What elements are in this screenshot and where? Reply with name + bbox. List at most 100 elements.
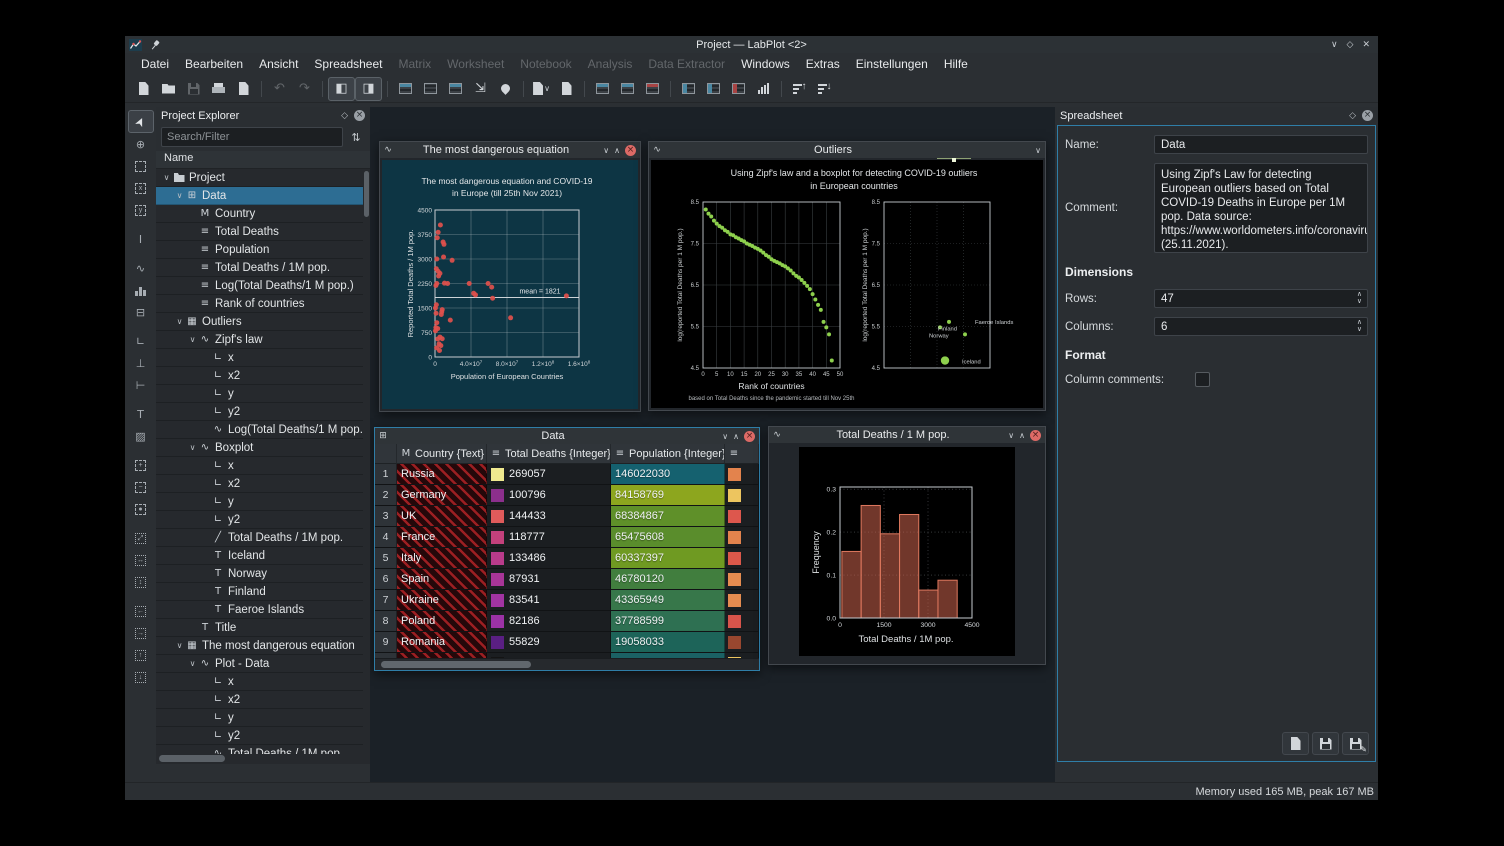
step-down-icon[interactable]: ∨	[1357, 326, 1362, 333]
shift-up-y-button[interactable]: ↑	[129, 645, 153, 666]
tree-item-norway[interactable]: TNorway	[156, 565, 363, 583]
menu-item-spreadsheet[interactable]: Spreadsheet	[306, 55, 390, 73]
tree-item-y[interactable]: ∟y	[156, 385, 363, 403]
add-image-button[interactable]: ▨	[129, 426, 153, 447]
expander-icon[interactable]: ∨	[174, 641, 185, 650]
tree-item-y2[interactable]: ∟y2	[156, 511, 363, 529]
subwindow-titlebar[interactable]: ∿ The most dangerous equation ∨ ∧ ×	[380, 142, 640, 158]
cell-total-deaths[interactable]: 269057	[487, 464, 611, 484]
cell-extra[interactable]	[725, 464, 759, 484]
add-axis-button[interactable]: ∟	[129, 331, 153, 352]
worksheet-view[interactable]: 01500300045000.00.10.20.3Total Deaths / …	[769, 443, 1045, 664]
cell-population[interactable]: 60337397	[611, 548, 725, 568]
shade-icon[interactable]: ∨	[1035, 146, 1041, 155]
insert-column-right-button[interactable]	[701, 78, 726, 100]
auto-scale-y-button[interactable]: ↕	[129, 572, 153, 593]
rows-stepper[interactable]: 47 ∧∨	[1154, 289, 1368, 308]
new-document-menu-button[interactable]: ∨	[529, 78, 554, 100]
tree-item-x2[interactable]: ∟x2	[156, 691, 363, 709]
shift-right-x-button[interactable]: →	[129, 623, 153, 644]
cell-total-deaths[interactable]: 100796	[487, 485, 611, 505]
tree-vertical-scrollbar[interactable]	[364, 171, 369, 217]
cell-population[interactable]: 84158769	[611, 485, 725, 505]
auto-scale-x-button[interactable]: ↔	[129, 550, 153, 571]
toggle-project-explorer-button[interactable]: ◧	[328, 77, 355, 101]
tree-item-iceland[interactable]: TIceland	[156, 547, 363, 565]
restore-icon[interactable]: ∧	[733, 432, 739, 441]
cell-total-deaths[interactable]: 82186	[487, 611, 611, 631]
tree-column-header[interactable]: Name	[156, 151, 370, 169]
expander-icon[interactable]: ∨	[187, 443, 198, 452]
subwindow-titlebar[interactable]: ∿ Outliers ∨	[649, 142, 1045, 158]
tree-item-finland[interactable]: TFinland	[156, 583, 363, 601]
filter-options-icon[interactable]: ⇅	[347, 128, 365, 146]
cell-population[interactable]: 37788599	[611, 611, 725, 631]
insert-row-above-button[interactable]	[590, 78, 615, 100]
window-titlebar[interactable]: Project — LabPlot <2> ∨ ◇ ✕	[125, 36, 1378, 53]
menu-item-notebook[interactable]: Notebook	[512, 55, 579, 73]
cell-population[interactable]: 65475608	[611, 527, 725, 547]
add-xy-curve-button[interactable]: ∿	[129, 258, 153, 279]
tree-item-y[interactable]: ∟y	[156, 709, 363, 727]
shade-icon[interactable]: ∨	[603, 146, 609, 155]
tree-item-x[interactable]: ∟x	[156, 457, 363, 475]
row-number[interactable]: 9	[375, 632, 397, 652]
row-number[interactable]: 6	[375, 569, 397, 589]
tree-item-total-deaths-1m-pop-[interactable]: ≡Total Deaths / 1M pop.	[156, 259, 363, 277]
expander-icon[interactable]: ∨	[174, 191, 185, 200]
zoom-out-button[interactable]: −	[129, 477, 153, 498]
add-vertical-axis-button[interactable]: ⊢	[129, 375, 153, 396]
tree-item-y2[interactable]: ∟y2	[156, 727, 363, 745]
spreadsheet-view[interactable]: MCountry {Text} [X]≡Total Deaths {Intege…	[375, 444, 759, 670]
select-mode-button[interactable]: ➤	[128, 110, 154, 133]
expander-icon[interactable]: ∨	[187, 335, 198, 344]
redo-button[interactable]: ↷	[292, 78, 317, 100]
cursor-mode-button[interactable]: I	[129, 229, 153, 250]
close-icon[interactable]: ×	[625, 145, 636, 156]
column-comments-checkbox[interactable]	[1195, 372, 1210, 387]
auto-scale-button[interactable]: ⤢	[129, 528, 153, 549]
close-icon[interactable]: ×	[1030, 430, 1041, 441]
open-project-button[interactable]	[156, 78, 181, 100]
menu-item-matrix[interactable]: Matrix	[390, 55, 439, 73]
tree-item-faeroe-islands[interactable]: TFaeroe Islands	[156, 601, 363, 619]
tree-item-the-most-dangerous-equation[interactable]: ∨▦The most dangerous equation	[156, 637, 363, 655]
zoom-in-button[interactable]: +	[129, 455, 153, 476]
save-button[interactable]	[1312, 732, 1339, 755]
print-preview-button[interactable]	[231, 78, 256, 100]
cell-population[interactable]: 146022030	[611, 464, 725, 484]
tree-item-plot-data[interactable]: ∨∿Plot - Data	[156, 655, 363, 673]
column-header-rownum[interactable]	[375, 444, 397, 464]
menu-item-extras[interactable]: Extras	[798, 55, 848, 73]
row-number[interactable]: 4	[375, 527, 397, 547]
menu-item-data-extractor[interactable]: Data Extractor	[640, 55, 733, 73]
tree-item-total-deaths-1m-pop-[interactable]: ╱Total Deaths / 1M pop.	[156, 529, 363, 547]
insert-column-left-button[interactable]	[676, 78, 701, 100]
cell-country[interactable]: Germany	[397, 485, 487, 505]
subwindow-titlebar[interactable]: ⊞ Data ∨ ∧ ×	[375, 428, 759, 444]
export-button[interactable]	[1282, 732, 1309, 755]
comment-field[interactable]: Using Zipf's Law for detecting European …	[1154, 163, 1368, 253]
column-header-1[interactable]: MCountry {Text} [X]	[397, 444, 487, 464]
menu-item-analysis[interactable]: Analysis	[580, 55, 641, 73]
column-header-3[interactable]: ≡Population {Integer} [Y]	[611, 444, 725, 464]
new-workbook-button[interactable]	[443, 78, 468, 100]
tree-item-x[interactable]: ∟x	[156, 349, 363, 367]
toggle-properties-explorer-button[interactable]: ◨	[355, 77, 382, 101]
cell-total-deaths[interactable]: 118777	[487, 527, 611, 547]
maximize-icon[interactable]: ◇	[1347, 40, 1354, 50]
tree-item-x[interactable]: ∟x	[156, 673, 363, 691]
columns-stepper[interactable]: 6 ∧∨	[1154, 317, 1368, 336]
menu-item-ansicht[interactable]: Ansicht	[251, 55, 306, 73]
row-number[interactable]: 1	[375, 464, 397, 484]
cell-country[interactable]: UK	[397, 506, 487, 526]
cell-population[interactable]: 46780120	[611, 569, 725, 589]
cell-country[interactable]: Poland	[397, 611, 487, 631]
cell-extra[interactable]	[725, 527, 759, 547]
remove-columns-button[interactable]	[726, 78, 751, 100]
step-down-icon[interactable]: ∨	[1357, 298, 1362, 305]
sort-descending-button[interactable]: ↓	[812, 78, 837, 100]
menu-item-worksheet[interactable]: Worksheet	[439, 55, 512, 73]
menu-item-einstellungen[interactable]: Einstellungen	[848, 55, 936, 73]
add-boxplot-button[interactable]: ⊟	[129, 302, 153, 323]
